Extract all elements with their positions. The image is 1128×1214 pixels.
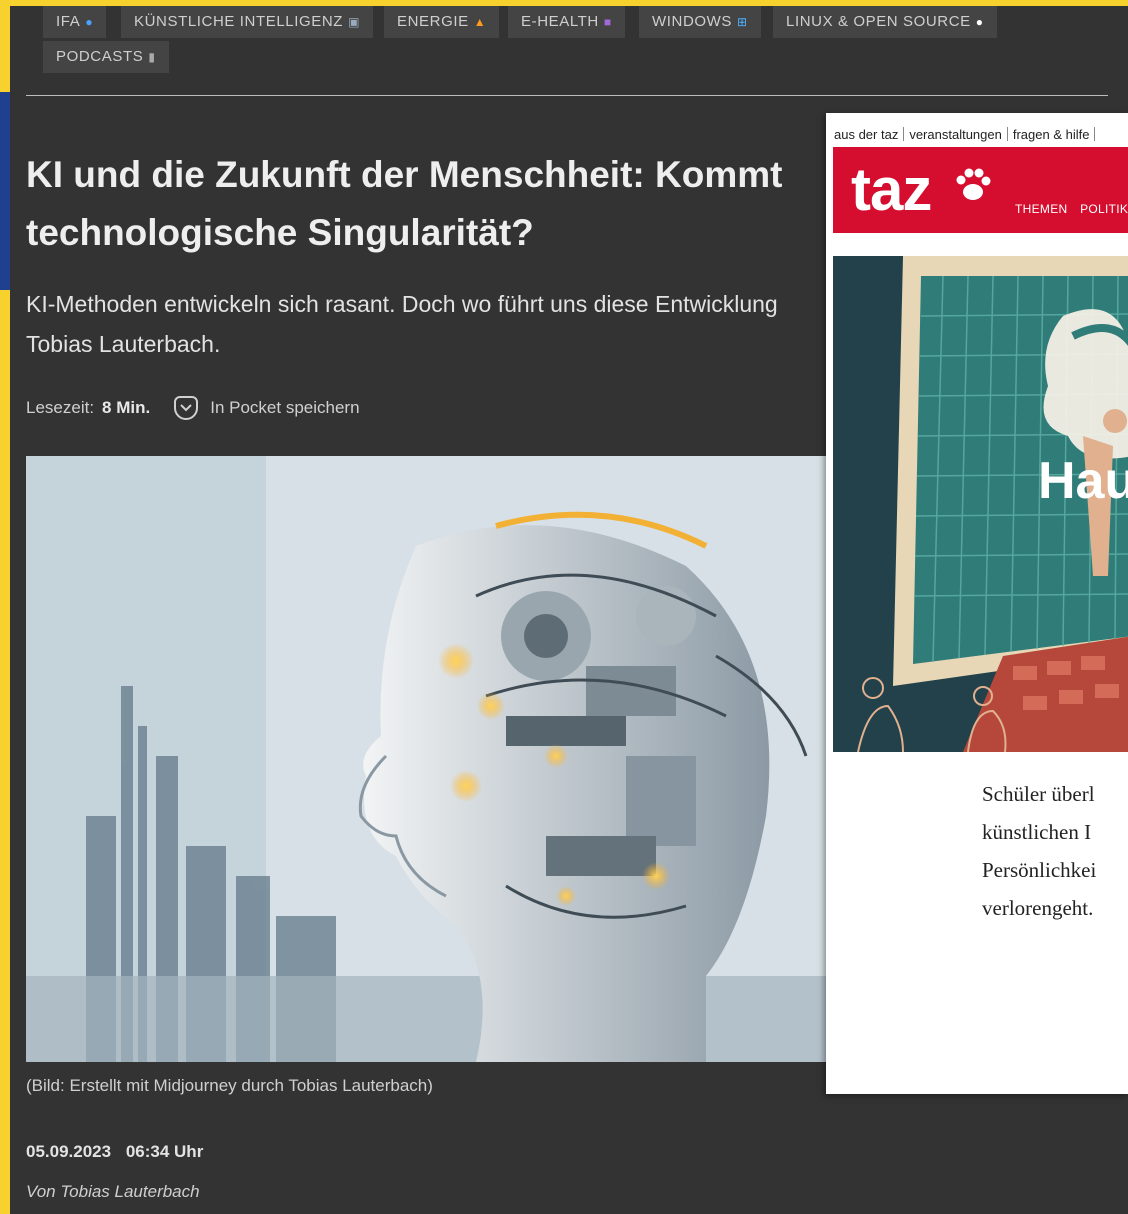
tag-podcasts[interactable]: PODCASTS ▮ <box>43 41 169 73</box>
tag-linux-open-source[interactable]: LINUX & OPEN SOURCE ● <box>773 6 997 38</box>
taz-top-links: aus der taz veranstaltungen fragen & hil… <box>834 123 1100 145</box>
taz-nav-politik[interactable]: POLITIK <box>1080 202 1128 216</box>
reading-time-value: 8 Min. <box>102 398 151 417</box>
article-lead: KI-Methoden entwickeln sich rasant. Doch… <box>26 291 778 357</box>
reading-time-label: Lesezeit: <box>26 398 95 417</box>
fire-icon: ▲ <box>473 15 487 30</box>
robot-icon: ▣ <box>348 15 361 30</box>
separator <box>1006 127 1008 141</box>
taz-link-fragen-hilfe[interactable]: fragen & hilfe <box>1013 127 1090 142</box>
taz-header-bar: taz THEMEN POLITIK <box>833 147 1128 233</box>
tag-windows[interactable]: WINDOWS ⊞ <box>639 6 761 38</box>
pocket-save-button[interactable]: In Pocket speichern <box>174 396 360 420</box>
taz-nav: THEMEN POLITIK <box>1015 202 1128 216</box>
separator <box>1094 127 1096 141</box>
microphone-icon: ▮ <box>148 50 156 65</box>
taz-link-aus-der-taz[interactable]: aus der taz <box>834 127 898 142</box>
article-meta: Lesezeit: 8 Min. In Pocket speichern <box>26 396 360 420</box>
tag-ifa[interactable]: IFA ● <box>43 6 107 38</box>
medical-icon: ■ <box>603 15 612 30</box>
pocket-icon <box>174 396 199 420</box>
article-hero-image <box>26 456 826 1062</box>
divider <box>26 95 1108 96</box>
taz-nav-themen[interactable]: THEMEN <box>1015 202 1067 216</box>
separator <box>903 127 905 141</box>
author-byline: Von Tobias Lauterbach <box>26 1182 200 1201</box>
publish-date: 05.09.2023 06:34 Uhr <box>26 1142 204 1161</box>
tag-e-health[interactable]: E-HEALTH ■ <box>508 6 625 38</box>
taz-logo[interactable]: taz <box>851 157 932 223</box>
circle-blue-icon: ● <box>85 15 94 30</box>
tag-kuenstliche-intelligenz[interactable]: KÜNSTLICHE INTELLIGENZ ▣ <box>121 6 374 38</box>
tag-energie[interactable]: ENERGIE ▲ <box>384 6 500 38</box>
taz-article-teaser: Schüler überl künstlichen I Persönlichke… <box>982 782 1097 920</box>
windows-icon: ⊞ <box>737 15 748 30</box>
taz-link-veranstaltungen[interactable]: veranstaltungen <box>909 127 1002 142</box>
taz-overlay-window: aus der taz veranstaltungen fragen & hil… <box>826 113 1128 1094</box>
penguin-icon: ● <box>975 15 984 30</box>
paw-icon <box>956 168 991 200</box>
taz-headline[interactable]: Hau <box>1038 451 1128 511</box>
image-caption: (Bild: Erstellt mit Midjourney durch Tob… <box>26 1076 433 1095</box>
